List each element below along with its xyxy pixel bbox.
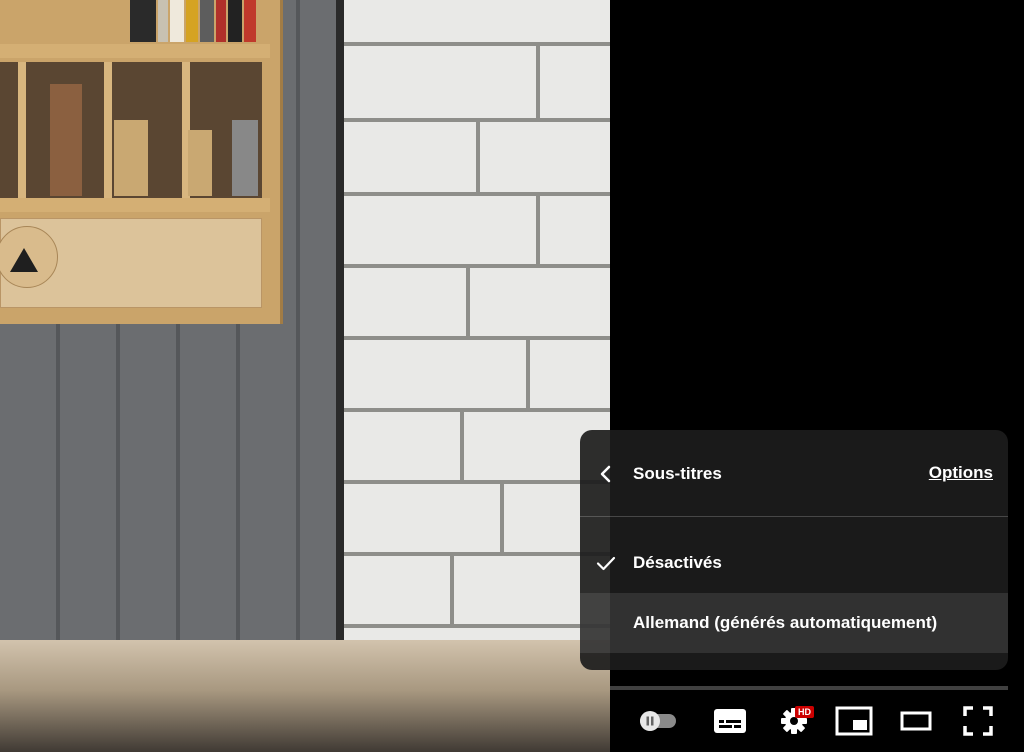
miniplayer-button[interactable]: [830, 690, 878, 752]
wall-seam: [336, 0, 344, 640]
caption-option-german-auto[interactable]: Allemand (générés automatiquement): [580, 593, 1008, 653]
options-link[interactable]: Options: [929, 463, 993, 483]
subtitles-icon: [714, 709, 746, 733]
hd-badge: HD: [795, 706, 814, 718]
subtitles-button[interactable]: [706, 690, 754, 752]
video-frame[interactable]: [0, 0, 610, 752]
books: [130, 0, 258, 42]
autoplay-toggle[interactable]: [632, 690, 684, 752]
wooden-shelf: [0, 0, 283, 324]
settings-button[interactable]: HD: [770, 690, 818, 752]
checkmark-icon: [594, 551, 618, 575]
back-button[interactable]: Sous-titres: [594, 456, 894, 492]
miniplayer-icon: [835, 706, 873, 736]
theater-mode-button[interactable]: [892, 690, 940, 752]
menu-header: Sous-titres Options: [580, 430, 1008, 517]
fullscreen-icon: [963, 706, 993, 736]
theater-mode-icon: [900, 711, 932, 731]
caption-option-label: Désactivés: [633, 553, 722, 572]
video-player[interactable]: Sous-titres Options Désactivés Allemand …: [0, 0, 1024, 752]
captions-settings-menu: Sous-titres Options Désactivés Allemand …: [580, 430, 1008, 670]
chevron-left-icon: [600, 465, 611, 483]
brick-wall: [340, 0, 610, 640]
floor: [0, 640, 610, 752]
fullscreen-button[interactable]: [954, 690, 1002, 752]
caption-option-off[interactable]: Désactivés: [580, 533, 1008, 593]
player-controls: HD: [610, 690, 1024, 752]
autoplay-toggle-icon: [640, 711, 676, 731]
menu-title: Sous-titres: [633, 464, 722, 483]
caption-option-label: Allemand (générés automatiquement): [633, 613, 938, 632]
